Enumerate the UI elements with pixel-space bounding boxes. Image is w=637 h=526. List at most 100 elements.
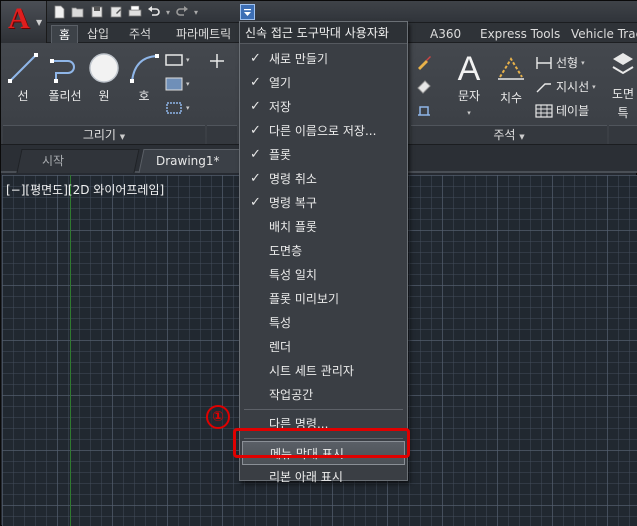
check-icon: ✓ (250, 123, 261, 138)
menu-item-label: 작업공간 (269, 388, 314, 402)
menu-item-show-below-ribbon[interactable]: 리본 아래 표시 (240, 465, 407, 489)
tab-vehicle-tracking[interactable]: Vehicle Trac (564, 25, 637, 43)
menu-item-save[interactable]: ✓ 저장 (240, 95, 407, 119)
y-axis-line (70, 175, 71, 526)
layer-label: 도면 (611, 87, 635, 101)
menu-item-new[interactable]: ✓ 새로 만들기 (240, 47, 407, 71)
menu-item-label: 저장 (269, 100, 292, 114)
new-file-icon[interactable] (51, 4, 67, 20)
menu-item-batch-plot[interactable]: 배치 플롯 (240, 215, 407, 239)
print-icon[interactable] (127, 4, 143, 20)
caret-down-icon: ▼ (519, 133, 525, 141)
menu-item-label: 다른 이름으로 저장... (269, 124, 377, 138)
menu-item-redo[interactable]: ✓ 명령 복구 (240, 191, 407, 215)
menu-item-label: 배치 플롯 (269, 220, 317, 234)
customize-qat-button[interactable] (240, 4, 255, 20)
menu-item-label: 열기 (269, 76, 292, 90)
step-number-badge: ① (206, 405, 230, 429)
dimension-label: 치수 (499, 91, 523, 105)
match-properties-tool[interactable] (415, 53, 433, 71)
rectangle-tool[interactable]: ▾ (165, 53, 190, 67)
menu-item-label: 새로 만들기 (269, 52, 329, 66)
tab-drawing1[interactable]: Drawing1* (138, 149, 254, 173)
redo-dropdown-arrow[interactable]: ▾ (193, 8, 199, 17)
leader-icon (536, 82, 551, 92)
menu-item-properties[interactable]: 특성 (240, 311, 407, 335)
application-menu-button[interactable]: A ▼ (1, 1, 47, 43)
line-tool[interactable]: 선 (5, 51, 41, 104)
region-tool[interactable]: ▾ (165, 101, 190, 115)
menu-item-sheet-set-manager[interactable]: 시트 세트 관리자 (240, 359, 407, 383)
tab-start-label: 시작 (42, 154, 65, 168)
table-tool[interactable]: 테이블 (535, 102, 589, 119)
layers-panel-title-stub (609, 125, 637, 144)
menu-item-label: 특성 (269, 316, 292, 330)
menu-item-layer[interactable]: 도면층 (240, 239, 407, 263)
save-as-icon[interactable] (108, 4, 124, 20)
save-icon[interactable] (89, 4, 105, 20)
menu-item-render[interactable]: 렌더 (240, 335, 407, 359)
menu-item-label: 플롯 미리보기 (269, 292, 340, 306)
circle-tool[interactable]: 원 (87, 51, 121, 104)
eraser-tool[interactable] (415, 77, 433, 95)
menu-item-undo[interactable]: ✓ 명령 취소 (240, 167, 407, 191)
rectangle-icon (165, 54, 183, 66)
svg-text:A: A (458, 50, 481, 85)
draw-panel-title[interactable]: 그리기 ▼ (3, 125, 205, 144)
polyline-icon (50, 59, 75, 83)
undo-dropdown-arrow[interactable]: ▾ (165, 8, 171, 17)
tab-annotate[interactable]: 주석 (122, 25, 158, 43)
text-label: 문자 (457, 89, 481, 103)
text-tool[interactable]: A 문자 ▾ (451, 49, 487, 118)
arc-icon (130, 54, 159, 83)
tab-a360[interactable]: A360 (423, 25, 468, 43)
menu-item-match-properties[interactable]: 특성 일치 (240, 263, 407, 287)
layer-properties-tool[interactable]: 도면 특 (609, 49, 637, 121)
open-folder-icon[interactable] (70, 4, 86, 20)
menu-item-workspace[interactable]: 작업공간 (240, 383, 407, 407)
annotation-panel-title[interactable]: 주석 ▼ (411, 125, 607, 144)
modify-panel-title-stub (207, 125, 237, 144)
menu-item-label: 시트 세트 관리자 (269, 364, 354, 378)
viewport-controls-label[interactable]: [−][평면도][2D 와이어프레임] (6, 181, 164, 198)
menu-header: 신속 접근 도구막대 사용자화 (240, 22, 407, 44)
undo-icon[interactable] (146, 4, 162, 20)
check-icon: ✓ (250, 75, 261, 90)
autocad-logo: A (8, 2, 30, 35)
arc-tool[interactable]: 호 (125, 51, 163, 104)
menu-item-plot-preview[interactable]: 플롯 미리보기 (240, 287, 407, 311)
menu-item-save-as[interactable]: ✓ 다른 이름으로 저장... (240, 119, 407, 143)
tab-insert[interactable]: 삽입 (80, 25, 116, 43)
text-a-icon: A (458, 50, 481, 85)
menu-item-label: 명령 복구 (269, 196, 317, 210)
menu-item-plot[interactable]: ✓ 플롯 (240, 143, 407, 167)
caret-down-icon: ▼ (36, 18, 43, 27)
check-icon: ✓ (250, 195, 261, 210)
linear-dimension-tool[interactable]: 선형 ▾ (535, 54, 585, 71)
hatch-tool[interactable]: ▾ (165, 77, 190, 91)
layers-icon (612, 53, 634, 75)
dimension-tool[interactable]: 치수 (493, 53, 529, 106)
menu-item-label: 명령 취소 (269, 172, 317, 186)
customize-qat-menu: 신속 접근 도구막대 사용자화 ✓ 새로 만들기 ✓ 열기 ✓ 저장 ✓ 다른 이름으로… (239, 21, 408, 484)
polyline-tool[interactable]: 폴리선 (45, 51, 85, 104)
quick-access-icons: ▾ ▾ (51, 4, 199, 20)
check-icon: ✓ (250, 99, 261, 114)
circle-label: 원 (98, 89, 110, 103)
quick-access-toolbar: ▾ ▾ (1, 1, 637, 23)
caret-down-icon: ▾ (467, 109, 471, 117)
layer-label-2: 특 (617, 106, 629, 120)
linear-label: 선형 (556, 56, 579, 70)
check-icon: ✓ (250, 147, 261, 162)
tab-parametric[interactable]: 파라메트릭 (169, 25, 238, 43)
move-tool[interactable] (209, 53, 225, 69)
tab-start[interactable]: 시작 (16, 149, 140, 173)
redo-icon[interactable] (174, 4, 190, 20)
menu-item-open[interactable]: ✓ 열기 (240, 71, 407, 95)
hatch-icon (165, 77, 183, 91)
stretch-tool[interactable] (415, 101, 433, 119)
tab-home[interactable]: 홈 (51, 25, 79, 43)
line-label: 선 (17, 89, 29, 103)
leader-tool[interactable]: 지시선 ▾ (535, 78, 596, 95)
tab-express-tools[interactable]: Express Tools (473, 25, 567, 43)
